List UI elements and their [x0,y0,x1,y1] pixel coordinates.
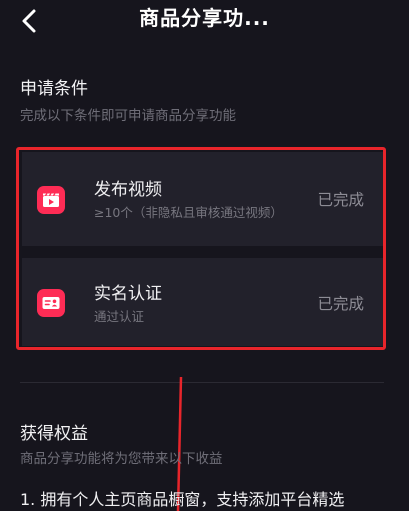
product-share-page: 商品分享功... 申请条件 完成以下条件即可申请商品分享功能 发布视频 ≥10个… [0,0,409,511]
benefits-subtitle: 商品分享功能将为您带来以下收益 [20,451,223,467]
benefits-title: 获得权益 [20,424,88,444]
benefit-item: 1. 拥有个人主页商品橱窗，支持添加平台精选 [20,490,345,509]
